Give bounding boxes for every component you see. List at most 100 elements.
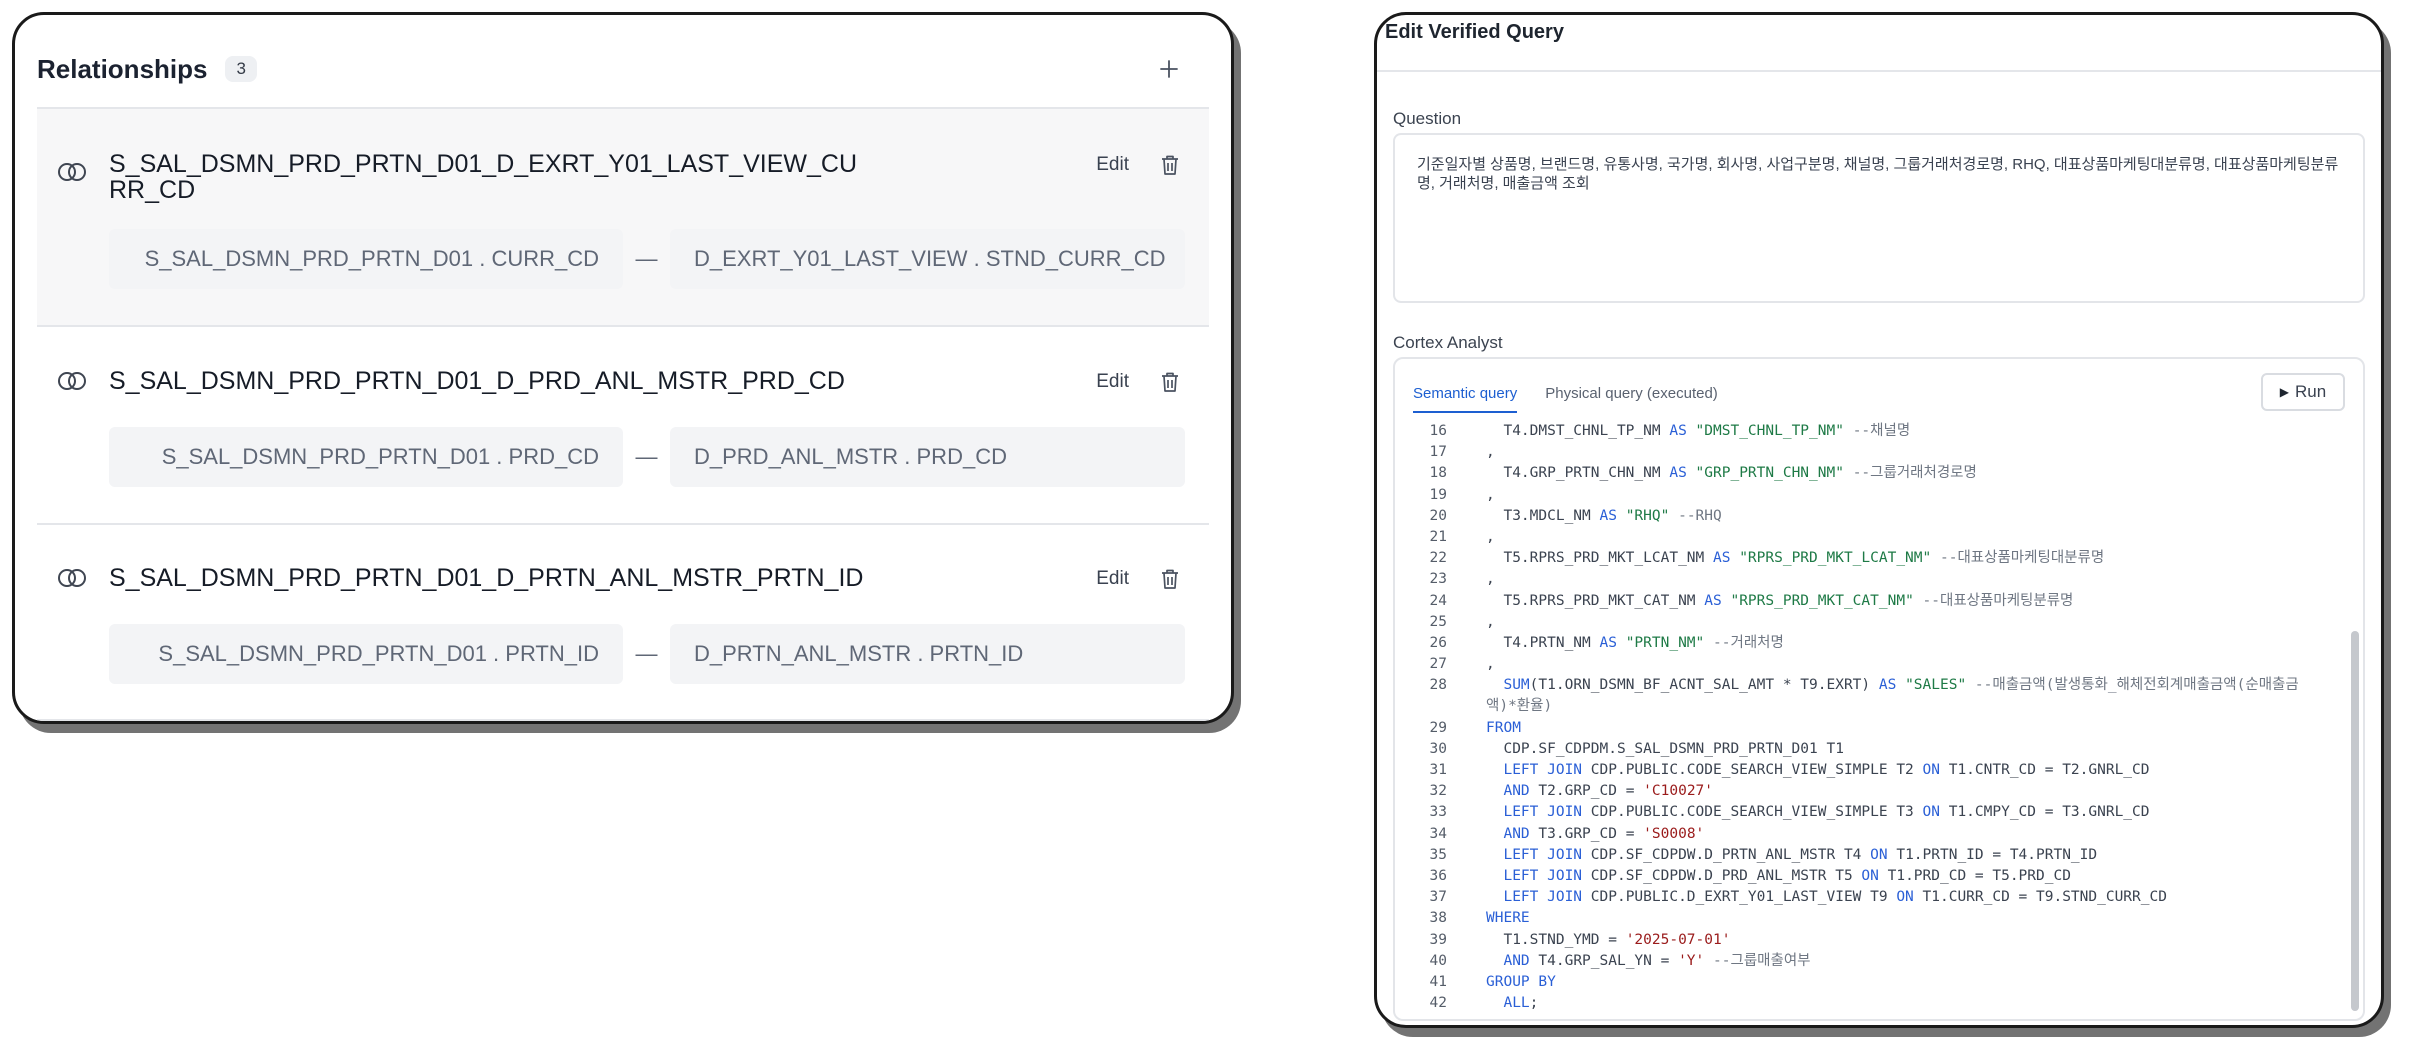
code-text: LEFT JOIN CDP.PUBLIC.CODE_SEARCH_VIEW_SI…	[1503, 762, 2150, 779]
code-text: LEFT JOIN CDP.SF_CDPDW.D_PRD_ANL_MSTR T5…	[1503, 867, 2071, 884]
code-line: 28 SUM(T1.ORN_DSMN_BF_ACNT_SAL_AMT * T9.…	[1395, 675, 2363, 717]
code-text: T4.PRTN_NM AS "PRTN_NM" --거래처명	[1486, 634, 1784, 651]
line-number: 24	[1429, 592, 1447, 609]
code-text: AND T2.GRP_CD = 'C10027'	[1503, 783, 1714, 800]
query-tabs: Semantic query Physical query (executed)	[1413, 373, 1746, 413]
relationship-name: S_SAL_DSMN_PRD_PRTN_D01_D_PRTN_ANL_MSTR_…	[109, 564, 864, 592]
code-line: 36 LEFT JOIN CDP.SF_CDPDW.D_PRD_ANL_MSTR…	[1395, 866, 2363, 887]
code-text: FROM	[1486, 719, 1521, 736]
code-text: T1.STND_YMD = '2025-07-01'	[1486, 931, 1731, 948]
code-line: 31 LEFT JOIN CDP.PUBLIC.CODE_SEARCH_VIEW…	[1395, 760, 2363, 781]
line-number: 35	[1429, 846, 1447, 863]
line-number: 22	[1429, 550, 1447, 567]
line-number: 16	[1429, 423, 1447, 439]
edit-relationship-button[interactable]: Edit	[1096, 568, 1129, 590]
code-line: 37 LEFT JOIN CDP.PUBLIC.D_EXRT_Y01_LAST_…	[1395, 887, 2363, 908]
delete-relationship-button[interactable]	[1159, 370, 1185, 396]
line-number: 40	[1429, 952, 1447, 969]
line-number: 30	[1429, 740, 1447, 757]
relationship-item[interactable]: S_SAL_DSMN_PRD_PRTN_D01_D_PRD_ANL_MSTR_P…	[37, 327, 1209, 525]
tab-semantic-query[interactable]: Semantic query	[1413, 373, 1518, 413]
edit-query-title: Edit Verified Query	[1385, 21, 1564, 43]
code-text: ,	[1486, 656, 1495, 673]
code-text: ,	[1486, 613, 1495, 630]
line-number: 42	[1429, 995, 1447, 1012]
line-number: 37	[1429, 889, 1447, 906]
code-line: 24 T5.RPRS_PRD_MKT_CAT_NM AS "RPRS_PRD_M…	[1395, 591, 2363, 612]
code-text: GROUP BY	[1486, 973, 1556, 990]
line-number: 39	[1429, 931, 1447, 948]
relationship-name: S_SAL_DSMN_PRD_PRTN_D01_D_PRD_ANL_MSTR_P…	[109, 367, 845, 395]
line-number: 34	[1429, 825, 1447, 842]
divider	[1377, 70, 2381, 72]
tab-physical-query[interactable]: Physical query (executed)	[1545, 373, 1718, 413]
code-text: ,	[1486, 528, 1495, 545]
relationships-count-badge: 3	[225, 56, 257, 82]
join-condition: S_SAL_DSMN_PRD_PRTN_D01 . PRD_CD — D_PRD…	[109, 427, 1185, 487]
right-column: D_PRD_ANL_MSTR . PRD_CD	[670, 427, 1185, 487]
plus-icon	[1160, 60, 1178, 78]
code-line: 26 T4.PRTN_NM AS "PRTN_NM" --거래처명	[1395, 633, 2363, 654]
code-text: ,	[1486, 571, 1495, 588]
code-line: 19,	[1395, 485, 2363, 506]
join-condition: S_SAL_DSMN_PRD_PRTN_D01 . CURR_CD — D_EX…	[109, 229, 1185, 289]
line-number: 19	[1429, 486, 1447, 503]
code-text: LEFT JOIN CDP.SF_CDPDW.D_PRTN_ANL_MSTR T…	[1503, 846, 2098, 863]
run-button[interactable]: ▶ Run	[2261, 373, 2345, 411]
code-line: 29 FROM	[1395, 718, 2363, 739]
right-column: D_PRTN_ANL_MSTR . PRTN_ID	[670, 624, 1185, 684]
code-line: 33 LEFT JOIN CDP.PUBLIC.CODE_SEARCH_VIEW…	[1395, 802, 2363, 823]
add-relationship-button[interactable]	[1147, 47, 1191, 91]
code-text: T5.RPRS_PRD_MKT_CAT_NM AS "RPRS_PRD_MKT_…	[1486, 592, 2074, 609]
code-text: ,	[1486, 444, 1495, 461]
line-number: 36	[1429, 867, 1447, 884]
line-number: 21	[1429, 528, 1447, 545]
code-line: 41 GROUP BY	[1395, 972, 2363, 993]
line-number: 26	[1429, 634, 1447, 651]
question-label: Question	[1393, 109, 1462, 128]
relationships-card: Relationships 3 S_SAL_DSMN_PRD_PRTN_D01_…	[12, 12, 1234, 724]
left-column: S_SAL_DSMN_PRD_PRTN_D01 . PRTN_ID	[109, 624, 623, 684]
edit-relationship-button[interactable]: Edit	[1096, 154, 1129, 176]
relationship-list: S_SAL_DSMN_PRD_PRTN_D01_D_EXRT_Y01_LAST_…	[37, 107, 1209, 721]
code-text: AND T4.GRP_SAL_YN = 'Y' --그룹매출여부	[1503, 952, 1811, 969]
scrollbar-thumb[interactable]	[2351, 631, 2359, 1011]
code-line: 20 T3.MDCL_NM AS "RHQ" --RHQ	[1395, 506, 2363, 527]
line-number: 28	[1429, 677, 1447, 694]
trash-icon	[1162, 569, 1178, 589]
relationships-header: Relationships 3	[37, 43, 1209, 95]
code-line: 32 AND T2.GRP_CD = 'C10027'	[1395, 781, 2363, 802]
code-line: 18 T4.GRP_PRTN_CHN_NM AS "GRP_PRTN_CHN_N…	[1395, 463, 2363, 484]
line-number: 29	[1429, 719, 1447, 736]
cortex-analyst-label: Cortex Analyst	[1393, 333, 1503, 352]
edit-verified-query-card: Edit Verified Query Question 기준일자별 상품명, …	[1374, 12, 2384, 1028]
line-number: 25	[1429, 613, 1447, 630]
relationship-name: S_SAL_DSMN_PRD_PRTN_D01_D_EXRT_Y01_LAST_…	[109, 150, 858, 204]
relationship-item[interactable]: S_SAL_DSMN_PRD_PRTN_D01_D_EXRT_Y01_LAST_…	[37, 109, 1209, 327]
delete-relationship-button[interactable]	[1159, 153, 1185, 179]
relationship-item[interactable]: S_SAL_DSMN_PRD_PRTN_D01_D_PRTN_ANL_MSTR_…	[37, 525, 1209, 721]
line-number: 33	[1429, 804, 1447, 821]
sql-code-editor[interactable]: 16 T4.DMST_CHNL_TP_NM AS "DMST_CHNL_TP_N…	[1395, 421, 2363, 1019]
linked-circles-icon	[58, 163, 86, 181]
left-column: S_SAL_DSMN_PRD_PRTN_D01 . CURR_CD	[109, 229, 623, 289]
edit-relationship-button[interactable]: Edit	[1096, 371, 1129, 393]
code-text: WHERE	[1486, 910, 1530, 927]
cortex-analyst-panel: Semantic query Physical query (executed)…	[1393, 357, 2365, 1021]
line-number: 41	[1429, 973, 1447, 990]
code-line: 21,	[1395, 527, 2363, 548]
code-scrollbar[interactable]	[2351, 421, 2359, 1011]
relationships-title: Relationships	[37, 53, 208, 84]
run-button-label: Run	[2295, 382, 2327, 401]
code-line: 30 CDP.SF_CDPDM.S_SAL_DSMN_PRD_PRTN_D01 …	[1395, 739, 2363, 760]
line-number: 32	[1429, 783, 1447, 800]
code-line: 17,	[1395, 442, 2363, 463]
code-text: LEFT JOIN CDP.PUBLIC.D_EXRT_Y01_LAST_VIE…	[1503, 889, 2167, 906]
question-textarea[interactable]: 기준일자별 상품명, 브랜드명, 유통사명, 국가명, 회사명, 사업구분명, …	[1393, 133, 2365, 303]
delete-relationship-button[interactable]	[1159, 567, 1185, 593]
right-column: D_EXRT_Y01_LAST_VIEW . STND_CURR_CD	[670, 229, 1185, 289]
play-icon: ▶	[2279, 385, 2290, 399]
code-text: T4.GRP_PRTN_CHN_NM AS "GRP_PRTN_CHN_NM" …	[1486, 465, 1977, 482]
code-text: ,	[1486, 486, 1495, 503]
trash-icon	[1162, 155, 1178, 175]
